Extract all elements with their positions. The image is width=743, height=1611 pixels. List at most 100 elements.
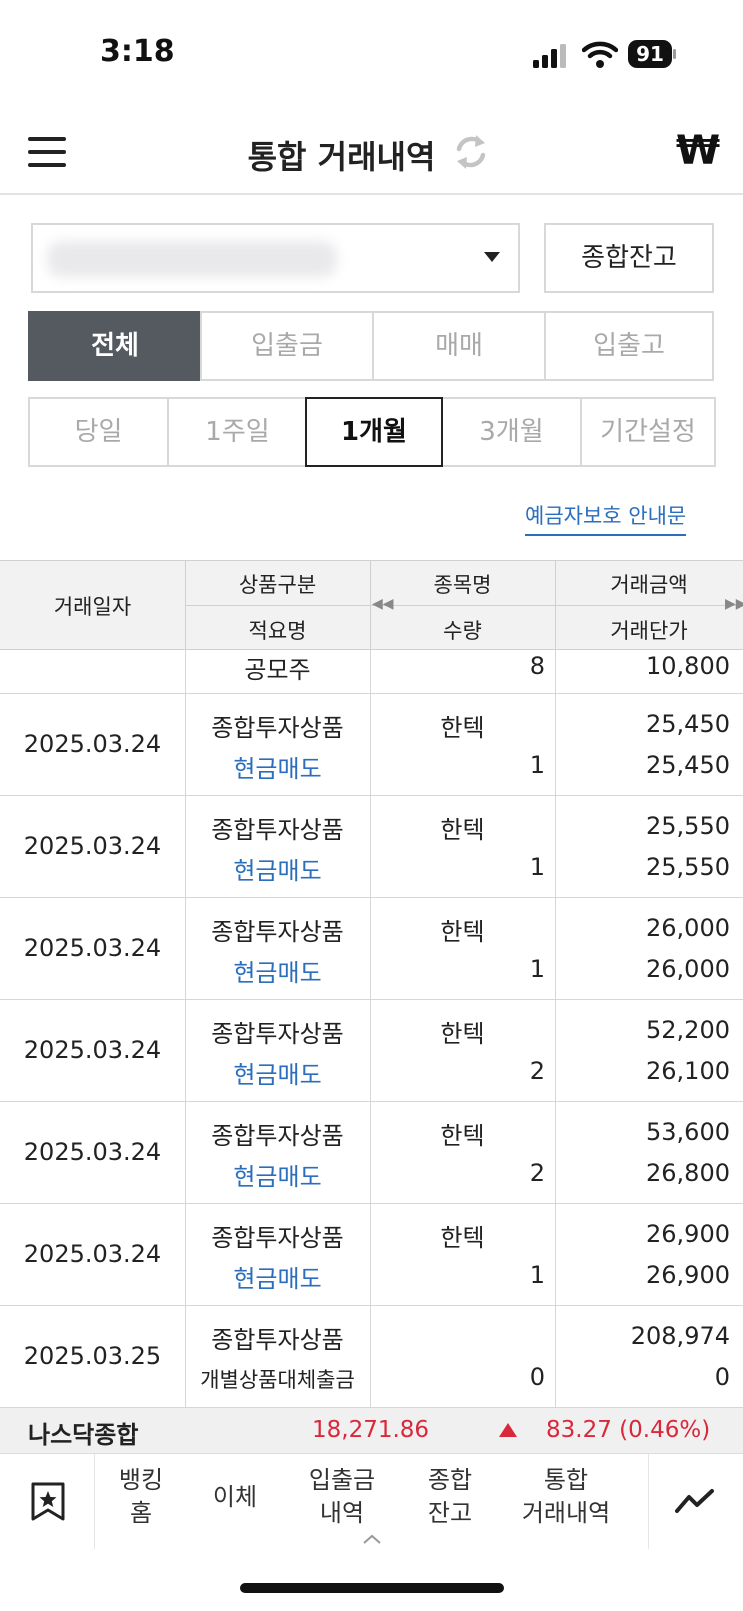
table-row[interactable]: 2025.03.24 종합투자상품 현금매도 한텍 1 26,000 26,00…: [0, 898, 743, 1000]
row-amount: 26,900: [646, 1220, 730, 1248]
transaction-table: 공모주 8 10,800 2025.03.24 종합투자상품 현금매도 한텍 1…: [0, 650, 743, 1408]
row-quantity: 1: [529, 853, 545, 881]
row-summary: 개별상품대체출금: [200, 1368, 355, 1392]
table-row-partial[interactable]: 공모주 8 10,800: [0, 650, 743, 694]
row-amount: 25,450: [646, 710, 730, 738]
row-summary: 현금매도: [233, 857, 322, 885]
nav-transfer[interactable]: 이체: [190, 1481, 280, 1514]
nav-deposit-history[interactable]: 입출금 내역: [292, 1464, 392, 1530]
row-unit-price: 26,800: [646, 1159, 730, 1187]
nav-total-balance-line1: 종합: [427, 1466, 473, 1494]
row-unit-price: 26,100: [646, 1057, 730, 1085]
bookmark-icon[interactable]: [30, 1482, 66, 1522]
row-summary: 현금매도: [233, 1061, 322, 1089]
period-1week[interactable]: 1주일: [167, 397, 308, 467]
row-quantity: 2: [529, 1057, 545, 1085]
table-row[interactable]: 2025.03.24 종합투자상품 현금매도 한텍 1 25,450 25,45…: [0, 694, 743, 796]
table-row[interactable]: 2025.03.24 종합투자상품 현금매도 한텍 1 26,900 26,90…: [0, 1204, 743, 1306]
nav-banking-home-line2: 홈: [129, 1499, 153, 1527]
table-row[interactable]: 2025.03.24 종합투자상품 현금매도 한텍 2 52,200 26,10…: [0, 1000, 743, 1102]
row-date: 2025.03.24: [23, 1138, 162, 1166]
nav-banking-home[interactable]: 뱅킹 홈: [96, 1464, 186, 1530]
row-summary: 현금매도: [233, 1163, 322, 1191]
row-item: 한텍: [440, 1122, 485, 1150]
period-3month[interactable]: 3개월: [441, 397, 582, 467]
row-unit-price: 26,900: [646, 1261, 730, 1289]
battery-icon: 91: [628, 40, 676, 68]
bottom-nav: 뱅킹 홈 이체 입출금 내역 종합 잔고 통합 거래내역: [0, 1453, 743, 1549]
tab-deposit-withdraw[interactable]: 입출금: [200, 311, 374, 381]
table-row[interactable]: 2025.03.24 종합투자상품 현금매도 한텍 1 25,550 25,55…: [0, 796, 743, 898]
row-category: 종합투자상품: [211, 714, 344, 742]
caret-down-icon: [484, 252, 500, 262]
refresh-icon[interactable]: [451, 132, 491, 172]
row-date: 2025.03.25: [23, 1342, 162, 1370]
index-name: 나스닥종합: [28, 1421, 139, 1449]
row-amount: 208,974: [630, 1322, 730, 1350]
header-item-name: 종목명: [433, 573, 492, 597]
chevron-up-icon[interactable]: [362, 1534, 382, 1544]
row-item: 한텍: [440, 918, 485, 946]
signal-icon: [533, 44, 566, 68]
deposit-protection-link[interactable]: 예금자보호 안내문: [525, 500, 687, 536]
row-amount: 25,550: [646, 812, 730, 840]
scroll-right-icon[interactable]: ▶▶: [725, 596, 743, 612]
header-amount: 거래금액: [610, 573, 688, 597]
period-1month[interactable]: 1개월: [305, 397, 443, 467]
row-summary: 현금매도: [233, 959, 322, 987]
home-indicator: [240, 1583, 504, 1593]
row-category: 종합투자상품: [211, 816, 344, 844]
row-item: 한텍: [440, 816, 485, 844]
nav-deposit-history-line1: 입출금: [308, 1466, 376, 1494]
wifi-icon: [582, 41, 618, 68]
period-today[interactable]: 당일: [28, 397, 169, 467]
nav-integrated-history-line2: 거래내역: [521, 1499, 611, 1527]
page-title-wrap: 통합 거래내역: [0, 132, 743, 178]
row-amount: 52,200: [646, 1016, 730, 1044]
period-custom[interactable]: 기간설정: [580, 397, 716, 467]
nav-integrated-history-line1: 통합: [543, 1466, 589, 1494]
index-value: 18,271.86: [312, 1417, 430, 1443]
row-date: 2025.03.24: [23, 934, 162, 962]
row-unit-price: 25,450: [646, 751, 730, 779]
row-summary: 현금매도: [233, 1265, 322, 1293]
row-date: 2025.03.24: [23, 1240, 162, 1268]
status-time: 3:18: [100, 34, 175, 69]
row-unit-price: 26,000: [646, 955, 730, 983]
tab-all[interactable]: 전체: [28, 311, 202, 381]
row-quantity: 1: [529, 1261, 545, 1289]
won-icon[interactable]: ₩: [676, 128, 720, 174]
page-title: 통합 거래내역: [247, 138, 436, 176]
row-unit-price: 0: [714, 1363, 730, 1391]
header-unit-price: 거래단가: [610, 619, 688, 643]
row-item: 한텍: [440, 1020, 485, 1048]
nav-transfer-line1: 이체: [212, 1483, 258, 1511]
tab-trade[interactable]: 매매: [372, 311, 546, 381]
row-category: 공모주: [244, 656, 311, 684]
header-product-type: 상품구분: [238, 573, 317, 597]
row-date: 2025.03.24: [23, 832, 162, 860]
battery-level: 91: [628, 40, 672, 68]
account-select[interactable]: [31, 223, 520, 293]
nav-total-balance[interactable]: 종합 잔고: [400, 1464, 500, 1530]
nav-integrated-history[interactable]: 통합 거래내역: [506, 1464, 626, 1530]
row-item: 한텍: [440, 1224, 485, 1252]
table-row[interactable]: 2025.03.25 종합투자상품 개별상품대체출금 0 208,974 0: [0, 1306, 743, 1408]
tab-in-out-stock[interactable]: 입출고: [544, 311, 714, 381]
row-category: 종합투자상품: [211, 1326, 344, 1354]
row-date: 2025.03.24: [23, 1036, 162, 1064]
table-row[interactable]: 2025.03.24 종합투자상품 현금매도 한텍 2 53,600 26,80…: [0, 1102, 743, 1204]
index-change: 83.27 (0.46%): [546, 1417, 711, 1443]
table-header: 거래일자 상품구분 적요명 종목명 수량 거래금액 거래단가 ◀◀ ▶▶: [0, 560, 743, 651]
row-quantity: 1: [529, 955, 545, 983]
account-number-blurred: [47, 241, 337, 277]
scroll-left-icon[interactable]: ◀◀: [372, 596, 394, 612]
row-amount: 26,000: [646, 914, 730, 942]
chart-trend-icon[interactable]: [675, 1487, 715, 1515]
row-date: 2025.03.24: [23, 730, 162, 758]
header-divider: [0, 193, 743, 195]
balance-button[interactable]: 종합잔고: [544, 223, 714, 293]
index-ticker[interactable]: 나스닥종합 18,271.86 83.27 (0.46%): [0, 1408, 743, 1453]
nav-deposit-history-line2: 내역: [319, 1499, 365, 1527]
row-quantity: 2: [529, 1159, 545, 1187]
